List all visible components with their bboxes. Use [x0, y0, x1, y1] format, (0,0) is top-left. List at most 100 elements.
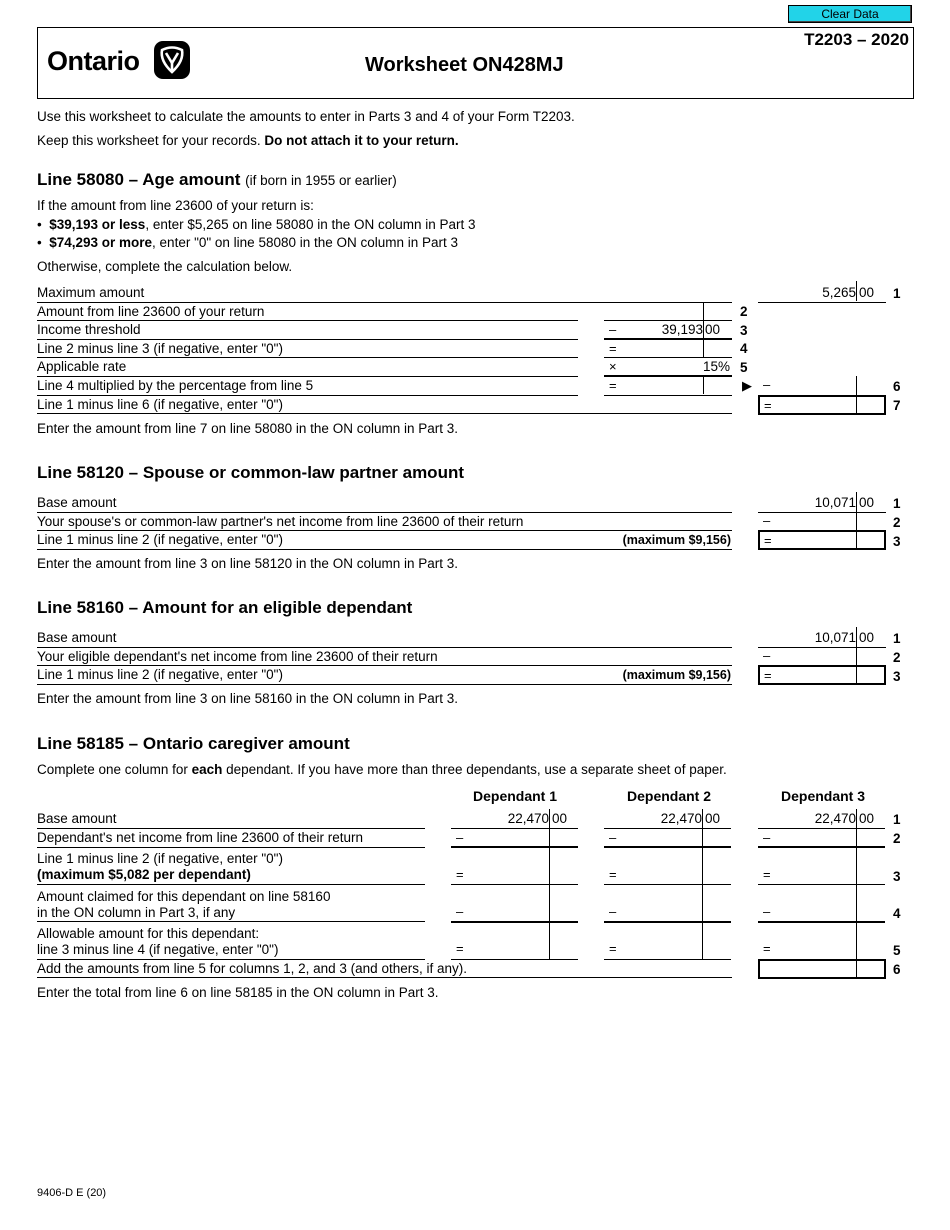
operator-sign: =	[763, 867, 771, 882]
bullet-text: , enter "0" on line 58080 in the ON colu…	[152, 235, 459, 250]
operator-sign: –	[763, 830, 771, 845]
equals-sign: =	[609, 341, 617, 356]
age-line-6-field[interactable]: =	[604, 377, 732, 394]
rate-value: 15%	[702, 359, 730, 374]
dependant-1-line-3-field[interactable]: =	[451, 867, 578, 883]
form-code: 9406-D E (20)	[37, 1187, 107, 1199]
caregiver-row-3-maximum: (maximum $5,082 per dependant)	[37, 867, 251, 882]
cents-divider	[856, 959, 857, 979]
dependant-line-2-field[interactable]: –	[758, 648, 886, 665]
age-line-5-field[interactable]: × 15%	[604, 358, 732, 375]
equals-sign: =	[764, 398, 772, 413]
line-number: 3	[740, 323, 748, 338]
dependant-2-line-2-field[interactable]: –	[604, 830, 731, 846]
dependant-3-line-2-field[interactable]: –	[758, 830, 885, 846]
divider	[451, 959, 578, 960]
caregiver-line-6-total-field[interactable]	[758, 959, 886, 979]
column-header-dependant-2: Dependant 2	[627, 788, 712, 804]
dependant-2-line-1-field[interactable]: 22,470 00	[604, 811, 731, 829]
divider	[37, 357, 578, 358]
spouse-line-3-total-field[interactable]: =	[758, 530, 886, 550]
age-line-2-field[interactable]	[604, 303, 732, 320]
operator-sign: =	[456, 941, 464, 956]
line-number: 2	[893, 515, 901, 530]
dependant-2-line-4-field[interactable]: –	[604, 904, 731, 920]
divider	[604, 921, 731, 923]
amount-dollars: 10,071	[814, 630, 856, 645]
amount-dollars: 39,193	[661, 322, 703, 337]
clear-data-button[interactable]: Clear Data	[788, 5, 912, 23]
line-number: 1	[893, 286, 901, 301]
age-line-1-field[interactable]: 5,265 00	[758, 281, 886, 303]
column-header-dependant-3: Dependant 3	[781, 788, 866, 804]
age-right-line-6-field[interactable]: –	[758, 377, 886, 395]
age-row-3-label: Income threshold	[37, 322, 141, 337]
dependant-3-line-1-field[interactable]: 22,470 00	[758, 811, 885, 829]
amount-cents: 00	[859, 495, 875, 510]
line-number: 3	[893, 669, 901, 684]
dependant-heading: Line 58160 – Amount for an eligible depe…	[37, 598, 413, 617]
divider	[37, 684, 732, 685]
worksheet-page: Clear Data Ontario Worksheet ON428MJ T22…	[0, 0, 950, 1230]
dependant-2-line-5-field[interactable]: =	[604, 941, 731, 957]
line-number: 1	[893, 496, 901, 511]
equals-sign: =	[609, 378, 617, 393]
form-header: Ontario Worksheet ON428MJ T2203 – 2020	[37, 27, 914, 99]
divider	[37, 395, 578, 396]
divider	[37, 530, 732, 531]
age-note: Enter the amount from line 7 on line 580…	[37, 421, 458, 436]
dependant-1-line-4-field[interactable]: –	[451, 904, 578, 920]
spouse-line-2-field[interactable]: –	[758, 513, 886, 530]
dependant-3-line-5-field[interactable]: =	[758, 941, 885, 957]
divider	[451, 846, 578, 848]
divider	[37, 549, 732, 550]
age-row-7-label: Line 1 minus line 6 (if negative, enter …	[37, 397, 283, 412]
intro-text: Complete one column for	[37, 762, 192, 777]
operator-sign: –	[609, 830, 617, 845]
divider	[451, 921, 578, 923]
ontario-logo-text: Ontario	[47, 46, 140, 76]
dependant-line-1-field[interactable]: 10,071 00	[758, 630, 886, 648]
amount-cents: 00	[552, 811, 568, 826]
divider	[37, 320, 578, 321]
age-heading-note: (if born in 1955 or earlier)	[245, 173, 397, 188]
divider	[37, 413, 732, 414]
divider	[37, 959, 425, 960]
form-number: T2203 – 2020	[804, 30, 909, 49]
age-line-7-total-field[interactable]: =	[758, 395, 886, 415]
operator-sign: –	[763, 904, 771, 919]
dependant-2-line-3-field[interactable]: =	[604, 867, 731, 883]
divider	[604, 884, 731, 885]
dependant-1-line-2-field[interactable]: –	[451, 830, 578, 846]
caregiver-row-1-label: Base amount	[37, 811, 117, 826]
amount-cents: 00	[859, 285, 875, 300]
dependant-maximum-note: (maximum $9,156)	[622, 668, 731, 682]
caregiver-heading: Line 58185 – Ontario caregiver amount	[37, 734, 350, 753]
page-title: Worksheet ON428MJ	[365, 54, 564, 76]
age-row-2-label: Amount from line 23600 of your return	[37, 304, 265, 319]
line-number: 2	[893, 650, 901, 665]
divider	[451, 884, 578, 885]
operator-sign: –	[456, 830, 464, 845]
operator-sign: =	[609, 867, 617, 882]
age-line-4-field[interactable]: =	[604, 340, 732, 357]
dependant-row-3-label: Line 1 minus line 2 (if negative, enter …	[37, 667, 283, 682]
spouse-line-1-field[interactable]: 10,071 00	[758, 495, 886, 513]
dependant-1-line-5-field[interactable]: =	[451, 941, 578, 957]
age-line-3-field[interactable]: – 39,193 00	[604, 321, 732, 338]
cents-divider	[856, 281, 857, 301]
dependant-line-3-total-field[interactable]: =	[758, 665, 886, 685]
divider	[37, 847, 425, 848]
operator-sign: =	[763, 941, 771, 956]
intro-bold: each	[191, 762, 223, 777]
caregiver-row-2-label: Dependant's net income from line 23600 o…	[37, 830, 364, 845]
amount-cents: 00	[859, 811, 875, 826]
equals-sign: =	[764, 533, 772, 548]
caregiver-row-4-label: Amount claimed for this dependant on lin…	[37, 889, 331, 904]
divider	[604, 846, 731, 848]
dependant-1-line-1-field[interactable]: 22,470 00	[451, 811, 578, 829]
dependant-3-line-4-field[interactable]: –	[758, 904, 885, 920]
dependant-3-line-3-field[interactable]: =	[758, 867, 885, 883]
divider	[37, 339, 578, 340]
line-number: 4	[893, 906, 901, 921]
